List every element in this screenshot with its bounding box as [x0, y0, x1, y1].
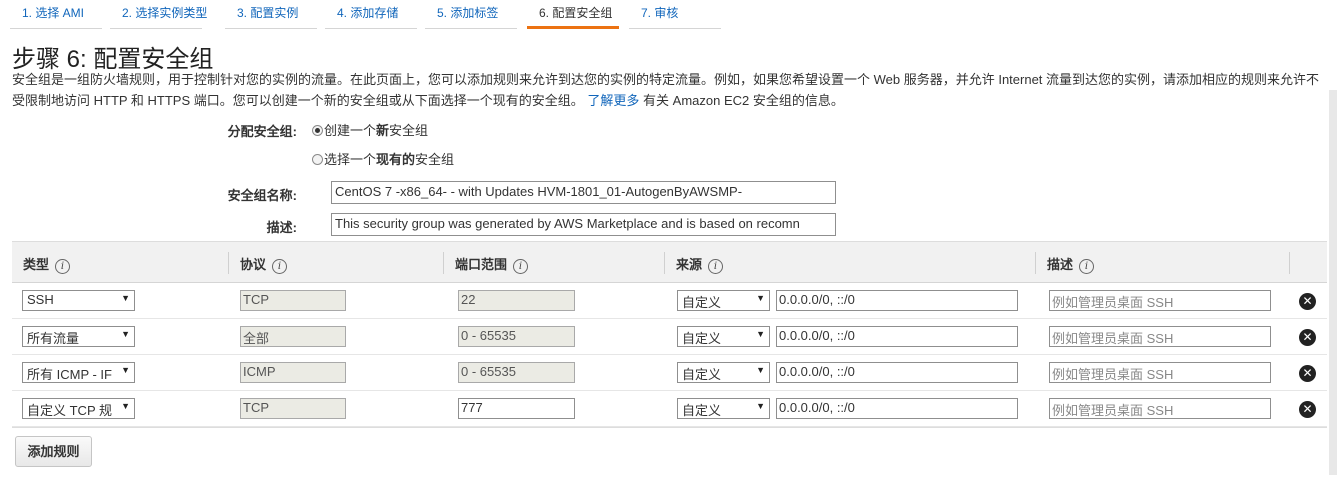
type-select-value: 所有流量	[27, 331, 80, 346]
radio-new-prefix: 创建一个	[324, 123, 377, 138]
source-input[interactable]: 0.0.0.0/0, ::/0	[776, 398, 1018, 419]
header-port-range: 端口范围 i	[455, 254, 529, 274]
protocol-field: ICMP	[240, 362, 346, 383]
radio-new-bold: 新	[376, 123, 390, 138]
radio-button[interactable]	[312, 154, 323, 165]
tab-add-storage[interactable]: 4. 添加存储	[325, 0, 417, 29]
tab-configure-security-group[interactable]: 6. 配置安全组	[527, 0, 619, 29]
protocol-field: 全部	[240, 326, 346, 347]
source-type-select[interactable]: 自定义 ▼	[677, 398, 770, 419]
info-icon[interactable]: i	[708, 259, 724, 274]
port-range-input[interactable]: 777	[458, 398, 575, 419]
rule-description-input[interactable]: 例如管理员桌面 SSH	[1049, 290, 1271, 311]
add-rule-button[interactable]: 添加规则	[15, 436, 92, 467]
group-name-input[interactable]: CentOS 7 -x86_64- - with Updates HVM-180…	[331, 181, 836, 204]
chevron-down-icon: ▼	[121, 365, 130, 375]
table-row: 所有流量 ▼ 全部 0 - 65535 自定义 ▼ 0.0.0.0/0, ::/0 …	[12, 319, 1327, 355]
rules-table-header: 类型 i 协议 i 端口范围 i 来源 i 描述 i	[12, 241, 1327, 283]
radio-create-new-group[interactable]: 创建一个新安全组	[312, 120, 428, 140]
rule-description-input[interactable]: 例如管理员桌面 SSH	[1049, 398, 1271, 419]
wizard-tabs: 1. 选择 AMI 2. 选择实例类型 3. 配置实例 4. 添加存储 5. 添…	[10, 0, 730, 30]
close-circle-icon[interactable]: ✕	[1299, 365, 1316, 382]
port-range-field: 0 - 65535	[458, 326, 575, 347]
header-source-label: 来源	[676, 257, 703, 272]
tab-configure-instance[interactable]: 3. 配置实例	[225, 0, 317, 29]
source-input[interactable]: 0.0.0.0/0, ::/0	[776, 362, 1018, 383]
learn-more-link[interactable]: 了解更多	[587, 93, 639, 108]
column-divider	[228, 252, 229, 274]
scrollbar[interactable]	[1329, 90, 1337, 475]
description-label: 描述:	[266, 220, 297, 235]
source-type-value: 自定义	[682, 403, 722, 418]
assign-security-group-label: 分配安全组:	[227, 124, 297, 139]
tab-review[interactable]: 7. 审核	[629, 0, 721, 29]
source-type-value: 自定义	[682, 295, 722, 310]
column-divider	[443, 252, 444, 274]
header-description-label: 描述	[1047, 257, 1074, 272]
tab-add-tags[interactable]: 5. 添加标签	[425, 0, 517, 29]
header-description: 描述 i	[1047, 254, 1095, 274]
close-circle-icon[interactable]: ✕	[1299, 329, 1316, 346]
info-icon[interactable]: i	[55, 259, 71, 274]
column-divider	[664, 252, 665, 274]
radio-select-existing-group[interactable]: 选择一个现有的安全组	[312, 149, 454, 169]
source-type-select[interactable]: 自定义 ▼	[677, 362, 770, 383]
radio-existing-suffix: 安全组	[415, 152, 455, 167]
description-input[interactable]: This security group was generated by AWS…	[331, 213, 836, 236]
intro-text: 安全组是一组防火墙规则，用于控制针对您的实例的流量。在此页面上，您可以添加规则来…	[12, 69, 1332, 111]
header-port-range-label: 端口范围	[455, 257, 508, 272]
source-input[interactable]: 0.0.0.0/0, ::/0	[776, 290, 1018, 311]
header-type-label: 类型	[23, 257, 50, 272]
chevron-down-icon: ▼	[756, 293, 765, 303]
type-select-value: 所有 ICMP - IF	[27, 367, 112, 382]
source-type-select[interactable]: 自定义 ▼	[677, 290, 770, 311]
chevron-down-icon: ▼	[756, 365, 765, 375]
radio-existing-bold: 现有的	[376, 152, 416, 167]
protocol-field: TCP	[240, 398, 346, 419]
source-type-value: 自定义	[682, 331, 722, 346]
chevron-down-icon: ▼	[121, 329, 130, 339]
tab-choose-instance-type[interactable]: 2. 选择实例类型	[110, 0, 207, 29]
type-select[interactable]: 自定义 TCP 规 ▼	[22, 398, 135, 419]
header-protocol: 协议 i	[240, 254, 288, 274]
source-input[interactable]: 0.0.0.0/0, ::/0	[776, 326, 1018, 347]
table-row: SSH ▼ TCP 22 自定义 ▼ 0.0.0.0/0, ::/0 例如管理员桌面…	[12, 283, 1327, 319]
group-name-label: 安全组名称:	[227, 188, 297, 203]
close-circle-icon[interactable]: ✕	[1299, 401, 1316, 418]
header-protocol-label: 协议	[240, 257, 267, 272]
header-type: 类型 i	[23, 254, 71, 274]
chevron-down-icon: ▼	[121, 401, 130, 411]
info-icon[interactable]: i	[1079, 259, 1095, 274]
chevron-down-icon: ▼	[756, 401, 765, 411]
port-range-field: 22	[458, 290, 575, 311]
rule-description-input[interactable]: 例如管理员桌面 SSH	[1049, 362, 1271, 383]
column-divider	[1035, 252, 1036, 274]
rule-description-input[interactable]: 例如管理员桌面 SSH	[1049, 326, 1271, 347]
type-select[interactable]: 所有 ICMP - IF ▼	[22, 362, 135, 383]
source-type-select[interactable]: 自定义 ▼	[677, 326, 770, 347]
column-divider	[1289, 252, 1290, 274]
info-icon[interactable]: i	[513, 259, 529, 274]
info-icon[interactable]: i	[272, 259, 288, 274]
radio-existing-prefix: 选择一个	[324, 152, 377, 167]
source-type-value: 自定义	[682, 367, 722, 382]
tab-choose-ami[interactable]: 1. 选择 AMI	[10, 0, 102, 29]
rules-table: 类型 i 协议 i 端口范围 i 来源 i 描述 i SSH ▼ TCP 22 自定义 ▼ 0…	[12, 241, 1327, 428]
type-select-value: 自定义 TCP 规	[27, 403, 112, 418]
port-range-field: 0 - 65535	[458, 362, 575, 383]
table-row: 自定义 TCP 规 ▼ TCP 777 自定义 ▼ 0.0.0.0/0, ::/0 …	[12, 391, 1327, 427]
protocol-field: TCP	[240, 290, 346, 311]
table-row: 所有 ICMP - IF ▼ ICMP 0 - 65535 自定义 ▼ 0.0.0.…	[12, 355, 1327, 391]
radio-button-selected[interactable]	[312, 125, 323, 136]
radio-new-suffix: 安全组	[389, 123, 429, 138]
type-select-value: SSH	[27, 292, 54, 307]
intro-suffix: 有关 Amazon EC2 安全组的信息。	[639, 93, 844, 108]
close-circle-icon[interactable]: ✕	[1299, 293, 1316, 310]
type-select[interactable]: 所有流量 ▼	[22, 326, 135, 347]
chevron-down-icon: ▼	[121, 293, 130, 303]
type-select[interactable]: SSH ▼	[22, 290, 135, 311]
chevron-down-icon: ▼	[756, 329, 765, 339]
header-source: 来源 i	[676, 254, 724, 274]
